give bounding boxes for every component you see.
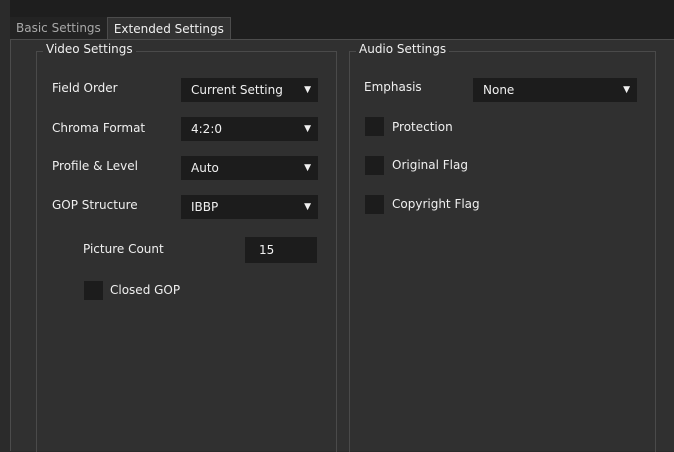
closed-gop-checkbox[interactable]: [84, 281, 103, 300]
chroma-format-select[interactable]: 4:2:0 ▼: [181, 117, 318, 141]
closed-gop-label: Closed GOP: [110, 283, 181, 297]
picture-count-label: Picture Count: [83, 242, 164, 256]
chroma-format-value: 4:2:0: [191, 122, 222, 136]
field-order-value: Current Setting: [191, 83, 283, 97]
profile-level-value: Auto: [191, 161, 219, 175]
gop-structure-select[interactable]: IBBP ▼: [181, 195, 318, 219]
tab-bar: Basic Settings Extended Settings: [10, 17, 231, 41]
protection-checkbox[interactable]: [365, 117, 384, 136]
picture-count-input[interactable]: 15: [245, 237, 317, 263]
gop-structure-label: GOP Structure: [52, 198, 138, 212]
emphasis-value: None: [483, 83, 515, 97]
audio-settings-title: Audio Settings: [356, 42, 450, 56]
gop-structure-value: IBBP: [191, 200, 219, 214]
tab-extended-settings[interactable]: Extended Settings: [106, 17, 231, 41]
chevron-down-icon: ▼: [304, 85, 311, 95]
chroma-format-label: Chroma Format: [52, 121, 146, 135]
original-flag-label: Original Flag: [392, 158, 468, 172]
emphasis-label: Emphasis: [364, 80, 422, 94]
chevron-down-icon: ▼: [304, 163, 311, 173]
extended-settings-panel: Video Settings Field Order Current Setti…: [10, 40, 674, 452]
profile-level-select[interactable]: Auto ▼: [181, 156, 318, 180]
emphasis-select[interactable]: None ▼: [473, 78, 637, 102]
protection-label: Protection: [392, 120, 453, 134]
chevron-down-icon: ▼: [304, 202, 311, 212]
chevron-down-icon: ▼: [623, 85, 630, 95]
video-settings-title: Video Settings: [43, 42, 136, 56]
settings-window: Basic Settings Extended Settings Video S…: [10, 0, 674, 452]
chevron-down-icon: ▼: [304, 124, 311, 134]
field-order-label: Field Order: [52, 81, 118, 95]
copyright-flag-label: Copyright Flag: [392, 197, 480, 211]
tab-basic-settings[interactable]: Basic Settings: [10, 17, 107, 39]
original-flag-checkbox[interactable]: [365, 156, 384, 175]
field-order-select[interactable]: Current Setting ▼: [181, 78, 318, 102]
copyright-flag-checkbox[interactable]: [365, 195, 384, 214]
audio-settings-group: Audio Settings: [349, 42, 656, 452]
profile-level-label: Profile & Level: [52, 159, 138, 173]
